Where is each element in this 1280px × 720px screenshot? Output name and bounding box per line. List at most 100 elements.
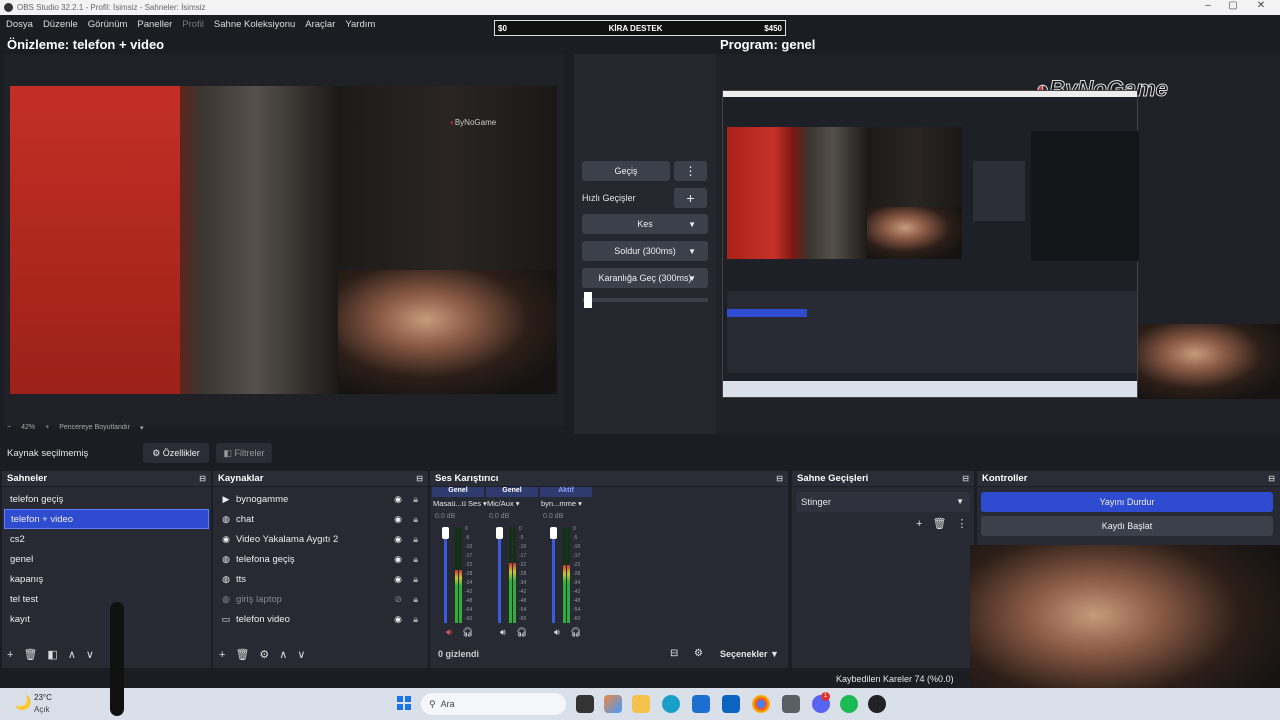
volume-fader[interactable]: [498, 529, 501, 623]
outlook-icon[interactable]: [722, 695, 740, 713]
zoom-out-button[interactable]: −: [7, 424, 11, 432]
quick-kes-button[interactable]: Kes ▼: [582, 214, 708, 234]
transition-select[interactable]: Stinger ▼: [796, 492, 970, 512]
add-scene-icon[interactable]: +: [7, 649, 13, 661]
obs-taskbar-icon[interactable]: [868, 695, 886, 713]
menu-duzenle[interactable]: Düzenle: [43, 19, 78, 30]
mixer-layout-icon[interactable]: ⊟: [670, 648, 678, 659]
remove-source-icon[interactable]: 🗑: [235, 648, 249, 661]
source-item[interactable]: ◍ telefona geçiş ◉ 🔒︎: [213, 549, 428, 569]
menu-sahne-koleksiyonu[interactable]: Sahne Koleksiyonu: [214, 19, 295, 30]
explorer-icon[interactable]: [632, 695, 650, 713]
scene-item[interactable]: telefon + video: [4, 509, 209, 529]
source-item[interactable]: ▭ telefon video ◉ 🔒︎: [213, 609, 428, 629]
channel-name[interactable]: Mic/Aux ▾: [487, 499, 520, 508]
add-quick-transition-icon[interactable]: +: [674, 188, 707, 208]
quick-soldur-button[interactable]: Soldur (300ms) ▼: [582, 241, 708, 261]
source-item[interactable]: ◍ chat ◉ 🔒︎: [213, 509, 428, 529]
channel-name[interactable]: byn...mme ▾: [541, 499, 582, 508]
windows-start-icon[interactable]: [397, 696, 411, 710]
lock-icon[interactable]: 🔒︎: [413, 534, 418, 545]
eye-icon[interactable]: ◉: [394, 554, 402, 565]
remove-scene-icon[interactable]: 🗑: [23, 648, 37, 661]
zoom-in-button[interactable]: +: [45, 424, 49, 432]
scene-filter-icon[interactable]: ◧: [47, 648, 57, 661]
speaker-icon[interactable]: 🔊︎: [500, 627, 506, 638]
copilot-icon[interactable]: [604, 695, 622, 713]
transition-button[interactable]: Geçiş: [582, 161, 670, 181]
lock-icon[interactable]: 🔒︎: [413, 554, 418, 565]
source-item[interactable]: ◍ tts ◉ 🔒︎: [213, 569, 428, 589]
menu-araclar[interactable]: Araçlar: [305, 19, 335, 30]
lock-icon[interactable]: 🔒︎: [413, 514, 418, 525]
panel-undock-icon[interactable]: ⊟: [1268, 474, 1275, 483]
source-item[interactable]: ▶ bynogamme ◉ 🔒︎: [213, 489, 428, 509]
volume-fader-handle[interactable]: [550, 527, 557, 539]
menu-dosya[interactable]: Dosya: [6, 19, 33, 30]
menu-profil[interactable]: Profil: [182, 19, 204, 30]
transition-slider-handle[interactable]: [584, 292, 593, 308]
menu-paneller[interactable]: Paneller: [137, 19, 172, 30]
eye-icon[interactable]: ◉: [394, 574, 402, 585]
panel-undock-icon[interactable]: ⊟: [776, 474, 783, 483]
lock-icon[interactable]: 🔒︎: [413, 494, 418, 505]
mixer-settings-icon[interactable]: ⚙: [694, 648, 703, 659]
quick-karanlik-button[interactable]: Karanlığa Geç (300ms) ▼: [582, 268, 708, 288]
headphones-icon[interactable]: 🎧︎: [516, 627, 527, 638]
scene-item[interactable]: kapanış: [4, 569, 209, 589]
move-down-icon[interactable]: ∨: [297, 648, 305, 661]
task-view-icon[interactable]: [576, 695, 594, 713]
eye-icon[interactable]: ◉: [394, 514, 402, 525]
source-item[interactable]: ◍ giriş laptop ⊘ 🔒︎: [213, 589, 428, 609]
headphones-icon[interactable]: 🎧︎: [462, 627, 473, 638]
transition-more-icon[interactable]: ⋮: [674, 161, 707, 181]
source-settings-icon[interactable]: ⚙: [259, 648, 269, 661]
chrome-icon[interactable]: [752, 695, 770, 713]
fit-window[interactable]: Pencereye Boyutlandır: [59, 424, 130, 432]
remove-transition-icon[interactable]: 🗑: [932, 517, 946, 530]
filters-button[interactable]: ◧ Filtreler: [216, 443, 272, 463]
properties-button[interactable]: ⚙ Özellikler: [143, 443, 209, 463]
panel-undock-icon[interactable]: ⊟: [199, 474, 206, 483]
mute-icon[interactable]: 🔊︎: [446, 627, 452, 638]
transition-more-icon[interactable]: ⋮: [956, 517, 967, 530]
mixer-options-button[interactable]: Seçenekler ▼: [720, 649, 779, 659]
scene-item[interactable]: genel: [4, 549, 209, 569]
source-item[interactable]: ◉ Video Yakalama Aygıtı 2 ◉ 🔒︎: [213, 529, 428, 549]
scene-item[interactable]: kayıt: [4, 609, 209, 629]
eye-icon[interactable]: ◉: [394, 614, 402, 625]
move-up-icon[interactable]: ∧: [68, 648, 76, 661]
channel-name[interactable]: Masaü...ü Ses ▾: [433, 499, 487, 508]
scene-item[interactable]: cs2: [4, 529, 209, 549]
menu-yardim[interactable]: Yardım: [345, 19, 375, 30]
lock-icon[interactable]: 🔒︎: [413, 614, 418, 625]
stop-stream-button[interactable]: Yayını Durdur: [981, 492, 1273, 512]
eye-icon[interactable]: ◉: [394, 494, 402, 505]
add-source-icon[interactable]: +: [219, 649, 225, 661]
volume-fader-handle[interactable]: [442, 527, 449, 539]
eye-icon[interactable]: ◉: [394, 534, 402, 545]
scene-item[interactable]: telefon geçiş: [4, 489, 209, 509]
start-recording-button[interactable]: Kaydı Başlat: [981, 516, 1273, 536]
lock-icon[interactable]: 🔒︎: [413, 574, 418, 585]
minimize-button[interactable]: –: [1195, 0, 1221, 11]
scene-item[interactable]: tel test: [4, 589, 209, 609]
menu-gorunum[interactable]: Görünüm: [88, 19, 128, 30]
transition-slider[interactable]: [582, 298, 708, 302]
add-transition-icon[interactable]: +: [916, 518, 922, 530]
preview-area[interactable]: ◐ByNoGame: [4, 54, 564, 426]
speaker-icon[interactable]: 🔊︎: [554, 627, 560, 638]
volume-fader-handle[interactable]: [496, 527, 503, 539]
lock-icon[interactable]: 🔒︎: [413, 594, 418, 605]
close-button[interactable]: ✕: [1248, 0, 1274, 11]
headphones-icon[interactable]: 🎧︎: [570, 627, 581, 638]
maximize-button[interactable]: ▢: [1220, 0, 1246, 11]
calculator-icon[interactable]: [782, 695, 800, 713]
taskbar-search[interactable]: ⚲ Ara: [421, 693, 566, 715]
move-up-icon[interactable]: ∧: [279, 648, 287, 661]
panel-undock-icon[interactable]: ⊟: [962, 474, 969, 483]
volume-fader[interactable]: [444, 529, 447, 623]
edge-icon[interactable]: [662, 695, 680, 713]
volume-fader[interactable]: [552, 529, 555, 623]
panel-undock-icon[interactable]: ⊟: [416, 474, 423, 483]
